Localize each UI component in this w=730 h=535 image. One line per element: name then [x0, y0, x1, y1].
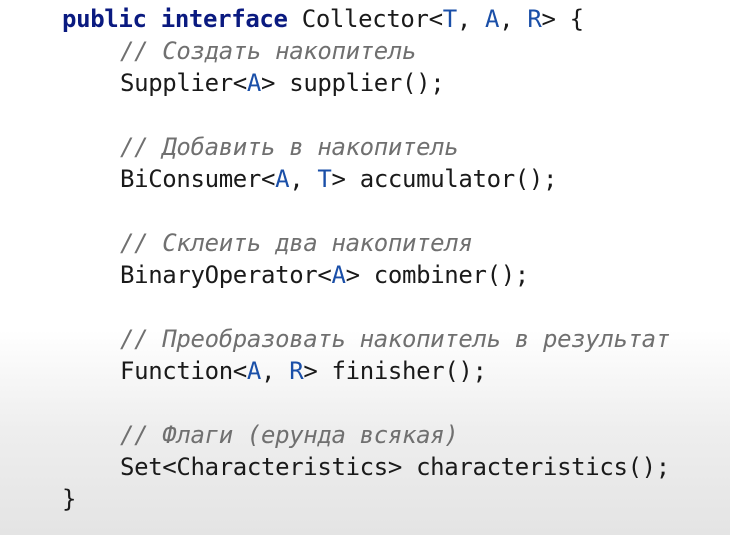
- return-type: BiConsumer<: [120, 165, 276, 193]
- method-line-supplier: Supplier<A> supplier();: [62, 67, 445, 99]
- comment-transform: // Преобразовать накопитель в результат: [120, 325, 670, 353]
- return-type: Function<: [120, 357, 247, 385]
- type-arg: A: [246, 69, 262, 97]
- return-type: BinaryOperator<: [120, 261, 332, 289]
- comment-create: // Создать накопитель: [120, 37, 417, 65]
- comment-line: // Флаги (ерунда всякая): [62, 419, 459, 451]
- keyword-interface: interface: [160, 5, 288, 33]
- return-type: Supplier<: [120, 69, 247, 97]
- type-arg: A: [275, 165, 290, 193]
- type-arg: R: [289, 357, 304, 385]
- comment-line: // Склеить два накопителя: [62, 227, 473, 259]
- method-signature: Set<Characteristics> characteristics();: [120, 453, 670, 481]
- type-param-a: A: [485, 5, 500, 33]
- code-snippet: public interface Collector<T, A, R> { //…: [0, 0, 730, 535]
- type-param-t: T: [442, 5, 457, 33]
- comment-flags: // Флаги (ерунда всякая): [120, 421, 459, 449]
- interface-name: Collector<: [301, 5, 443, 33]
- method-line-accumulator: BiConsumer<A, T> accumulator();: [62, 163, 557, 195]
- comment-line: // Добавить в накопитель: [62, 131, 459, 163]
- comment-line: // Создать накопитель: [62, 35, 416, 67]
- type-param-r: R: [527, 5, 542, 33]
- type-arg: T: [317, 165, 332, 193]
- type-arg: A: [331, 261, 346, 289]
- method-signature: > supplier();: [261, 69, 445, 97]
- method-line-characteristics: Set<Characteristics> characteristics();: [62, 451, 670, 483]
- separator: ,: [456, 5, 486, 33]
- method-signature: > combiner();: [345, 261, 530, 289]
- header-tail: > {: [541, 5, 584, 33]
- closing-brace-text: }: [62, 485, 77, 513]
- method-signature: > finisher();: [303, 357, 487, 385]
- interface-declaration-line: public interface Collector<T, A, R> {: [62, 3, 584, 35]
- comment-line: // Преобразовать накопитель в результат: [62, 323, 670, 355]
- method-line-combiner: BinaryOperator<A> combiner();: [62, 259, 529, 291]
- type-arg: A: [246, 357, 262, 385]
- keyword-public: public: [62, 5, 147, 33]
- comment-add: // Добавить в накопитель: [120, 133, 459, 161]
- comment-merge: // Склеить два накопителя: [120, 229, 473, 257]
- separator: ,: [289, 165, 318, 193]
- method-signature: > accumulator();: [331, 165, 558, 193]
- closing-brace: }: [62, 483, 76, 515]
- separator: ,: [499, 5, 528, 33]
- separator: ,: [261, 357, 290, 385]
- method-line-finisher: Function<A, R> finisher();: [62, 355, 487, 387]
